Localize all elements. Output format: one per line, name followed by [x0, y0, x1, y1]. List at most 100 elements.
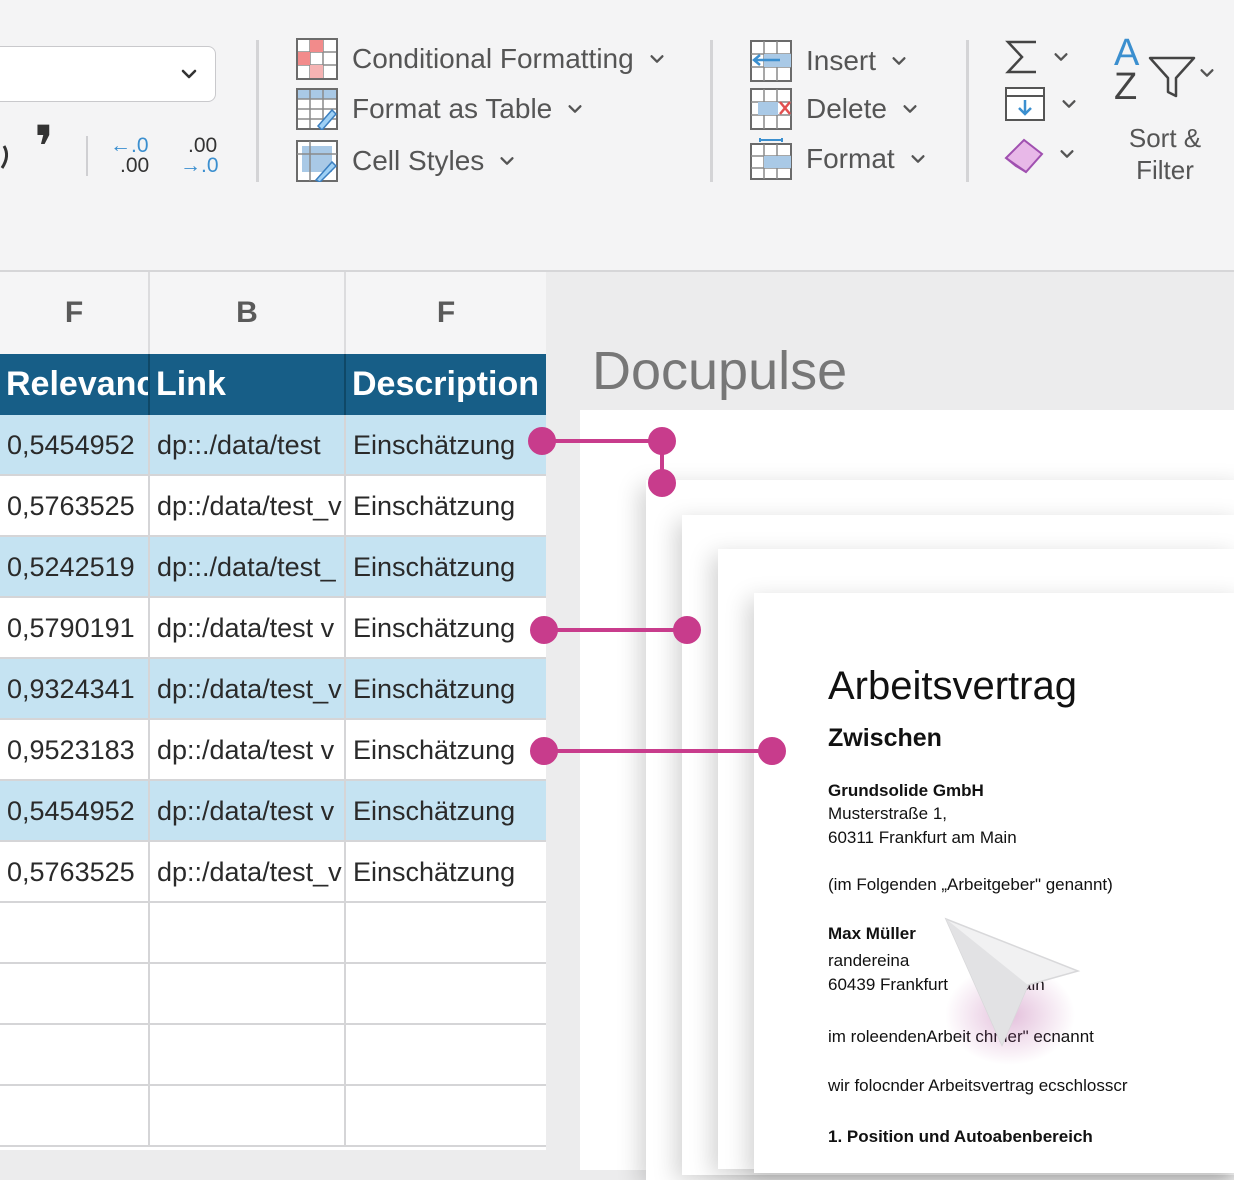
cell-styles-button[interactable]: Cell Styles	[296, 140, 516, 182]
empty-row[interactable]	[0, 1086, 546, 1147]
autosum-button[interactable]	[1004, 38, 1070, 76]
filter-funnel-icon	[1148, 56, 1196, 98]
empty-cell[interactable]	[0, 903, 150, 962]
cell-relevance[interactable]: 0,5454952	[0, 415, 150, 474]
table-header-row: Relevance Link Description	[0, 354, 546, 415]
empty-cell[interactable]	[346, 1025, 546, 1084]
cell-link[interactable]: dp::/data/test_v	[150, 842, 346, 901]
employee-name: Max Müller	[828, 924, 916, 943]
format-cells-button[interactable]: Format	[750, 138, 927, 180]
format-cells-icon	[750, 138, 792, 180]
chevron-down-icon	[1200, 69, 1214, 77]
delete-cells-icon	[750, 88, 792, 130]
table-row[interactable]: 0,5454952 dp::/data/test v Einschätzung	[0, 781, 546, 842]
empty-cell[interactable]	[0, 964, 150, 1023]
font-size-dropdown[interactable]	[0, 46, 216, 102]
chevron-down-icon	[650, 55, 664, 63]
empty-cell[interactable]	[150, 1086, 346, 1145]
cell-link[interactable]: dp::/data/test v	[150, 598, 346, 657]
cell-link[interactable]: dp::/data/test v	[150, 720, 346, 779]
cell-relevance[interactable]: 0,5763525	[0, 842, 150, 901]
column-header-bar: F B F	[0, 272, 546, 354]
table-row[interactable]: 0,9523183 dp::/data/test v Einschätzung	[0, 720, 546, 781]
format-as-table-icon	[296, 88, 338, 130]
chevron-down-icon	[181, 69, 197, 79]
chevron-down-icon	[911, 155, 925, 163]
cell-relevance[interactable]: 0,5790191	[0, 598, 150, 657]
delete-cells-button[interactable]: Delete	[750, 88, 919, 130]
increase-decimal-bottom: →.0	[180, 154, 219, 177]
format-as-table-button[interactable]: Format as Table	[296, 88, 584, 130]
empty-cell[interactable]	[0, 1086, 150, 1145]
app-title: Docupulse	[592, 341, 848, 401]
fill-button[interactable]	[1004, 86, 1078, 122]
chevron-down-icon	[892, 57, 906, 65]
cell-link[interactable]: dp::./data/test_	[150, 537, 346, 596]
cell-description[interactable]: Einschätzung	[346, 598, 546, 657]
decrease-decimal-bottom: .00	[120, 154, 150, 177]
increase-decimal-top: .00	[188, 134, 218, 157]
header-cell-description[interactable]: Description	[346, 354, 546, 415]
cell-link[interactable]: dp::/data/test_v	[150, 476, 346, 535]
table-row[interactable]: 0,5454952 dp::./data/test Einschätzung	[0, 415, 546, 476]
decrease-decimal-button[interactable]: ←.0 .00	[110, 135, 156, 177]
cell-description[interactable]: Einschätzung	[346, 537, 546, 596]
document-subtitle: Zwischen	[828, 724, 942, 752]
header-cell-link[interactable]: Link	[150, 354, 346, 415]
cell-description[interactable]: Einschätzung	[346, 476, 546, 535]
empty-cell[interactable]	[150, 903, 346, 962]
format-label: Format	[806, 143, 895, 174]
chevron-down-icon	[903, 105, 917, 113]
table-row[interactable]: 0,5790191 dp::/data/test v Einschätzung	[0, 598, 546, 659]
cell-relevance[interactable]: 0,5763525	[0, 476, 150, 535]
table-row[interactable]: 0,5763525 dp::/data/test_v Einschätzung	[0, 842, 546, 903]
comma-style-icon[interactable]: ❜	[34, 119, 54, 177]
conditional-formatting-button[interactable]: Conditional Formatting	[296, 38, 666, 80]
cell-relevance[interactable]: 0,5454952	[0, 781, 150, 840]
empty-cell[interactable]	[346, 903, 546, 962]
table-row[interactable]: 0,5763525 dp::/data/test_v Einschätzung	[0, 476, 546, 537]
format-as-table-label: Format as Table	[352, 93, 553, 124]
cell-description[interactable]: Einschätzung	[346, 415, 546, 474]
sigma-icon	[1005, 40, 1036, 74]
increase-decimal-button[interactable]: .00 →.0	[180, 134, 226, 177]
cell-description[interactable]: Einschätzung	[346, 781, 546, 840]
cell-description[interactable]: Einschätzung	[346, 842, 546, 901]
cell-relevance[interactable]: 0,9523183	[0, 720, 150, 779]
employer-note: (im Folgenden „Arbeitgeber" genannt)	[828, 875, 1113, 894]
empty-cell[interactable]	[346, 964, 546, 1023]
cell-styles-label: Cell Styles	[352, 145, 485, 176]
delete-label: Delete	[806, 93, 887, 124]
column-letter[interactable]: F	[346, 272, 546, 354]
empty-cell[interactable]	[0, 1025, 150, 1084]
cell-description[interactable]: Einschätzung	[346, 659, 546, 718]
empty-cell[interactable]	[150, 964, 346, 1023]
table-row[interactable]: 0,5242519 dp::./data/test_ Einschätzung	[0, 537, 546, 598]
empty-row[interactable]	[0, 1025, 546, 1086]
cell-relevance[interactable]: 0,9324341	[0, 659, 150, 718]
chevron-down-icon	[1054, 53, 1068, 61]
percent-style-icon[interactable]	[0, 138, 14, 174]
empty-cell[interactable]	[346, 1086, 546, 1145]
agreement-text: wir folocnder Arbeitsvertrag ecschlosscr	[828, 1076, 1128, 1095]
empty-row[interactable]	[0, 964, 546, 1025]
clear-button[interactable]	[1004, 134, 1076, 174]
empty-cell[interactable]	[150, 1025, 346, 1084]
employer-name: Grundsolide GmbH	[828, 781, 984, 800]
table-row[interactable]: 0,9324341 dp::/data/test_v Einschätzung	[0, 659, 546, 720]
column-letter[interactable]: F	[0, 272, 150, 354]
cell-link[interactable]: dp::/data/test v	[150, 781, 346, 840]
ribbon-group-divider	[710, 40, 713, 182]
cell-link[interactable]: dp::./data/test	[150, 415, 346, 474]
chevron-down-icon	[568, 105, 582, 113]
header-cell-relevance[interactable]: Relevance	[0, 354, 150, 415]
sort-a-glyph: A	[1114, 32, 1140, 74]
cell-link[interactable]: dp::/data/test_v	[150, 659, 346, 718]
empty-row[interactable]	[0, 903, 546, 964]
insert-cells-button[interactable]: Insert	[750, 40, 908, 82]
eraser-icon	[1004, 138, 1044, 174]
cell-relevance[interactable]: 0,5242519	[0, 537, 150, 596]
column-letter[interactable]: B	[150, 272, 346, 354]
cell-description[interactable]: Einschätzung	[346, 720, 546, 779]
sort-filter-label-line2: Filter	[1136, 155, 1194, 185]
